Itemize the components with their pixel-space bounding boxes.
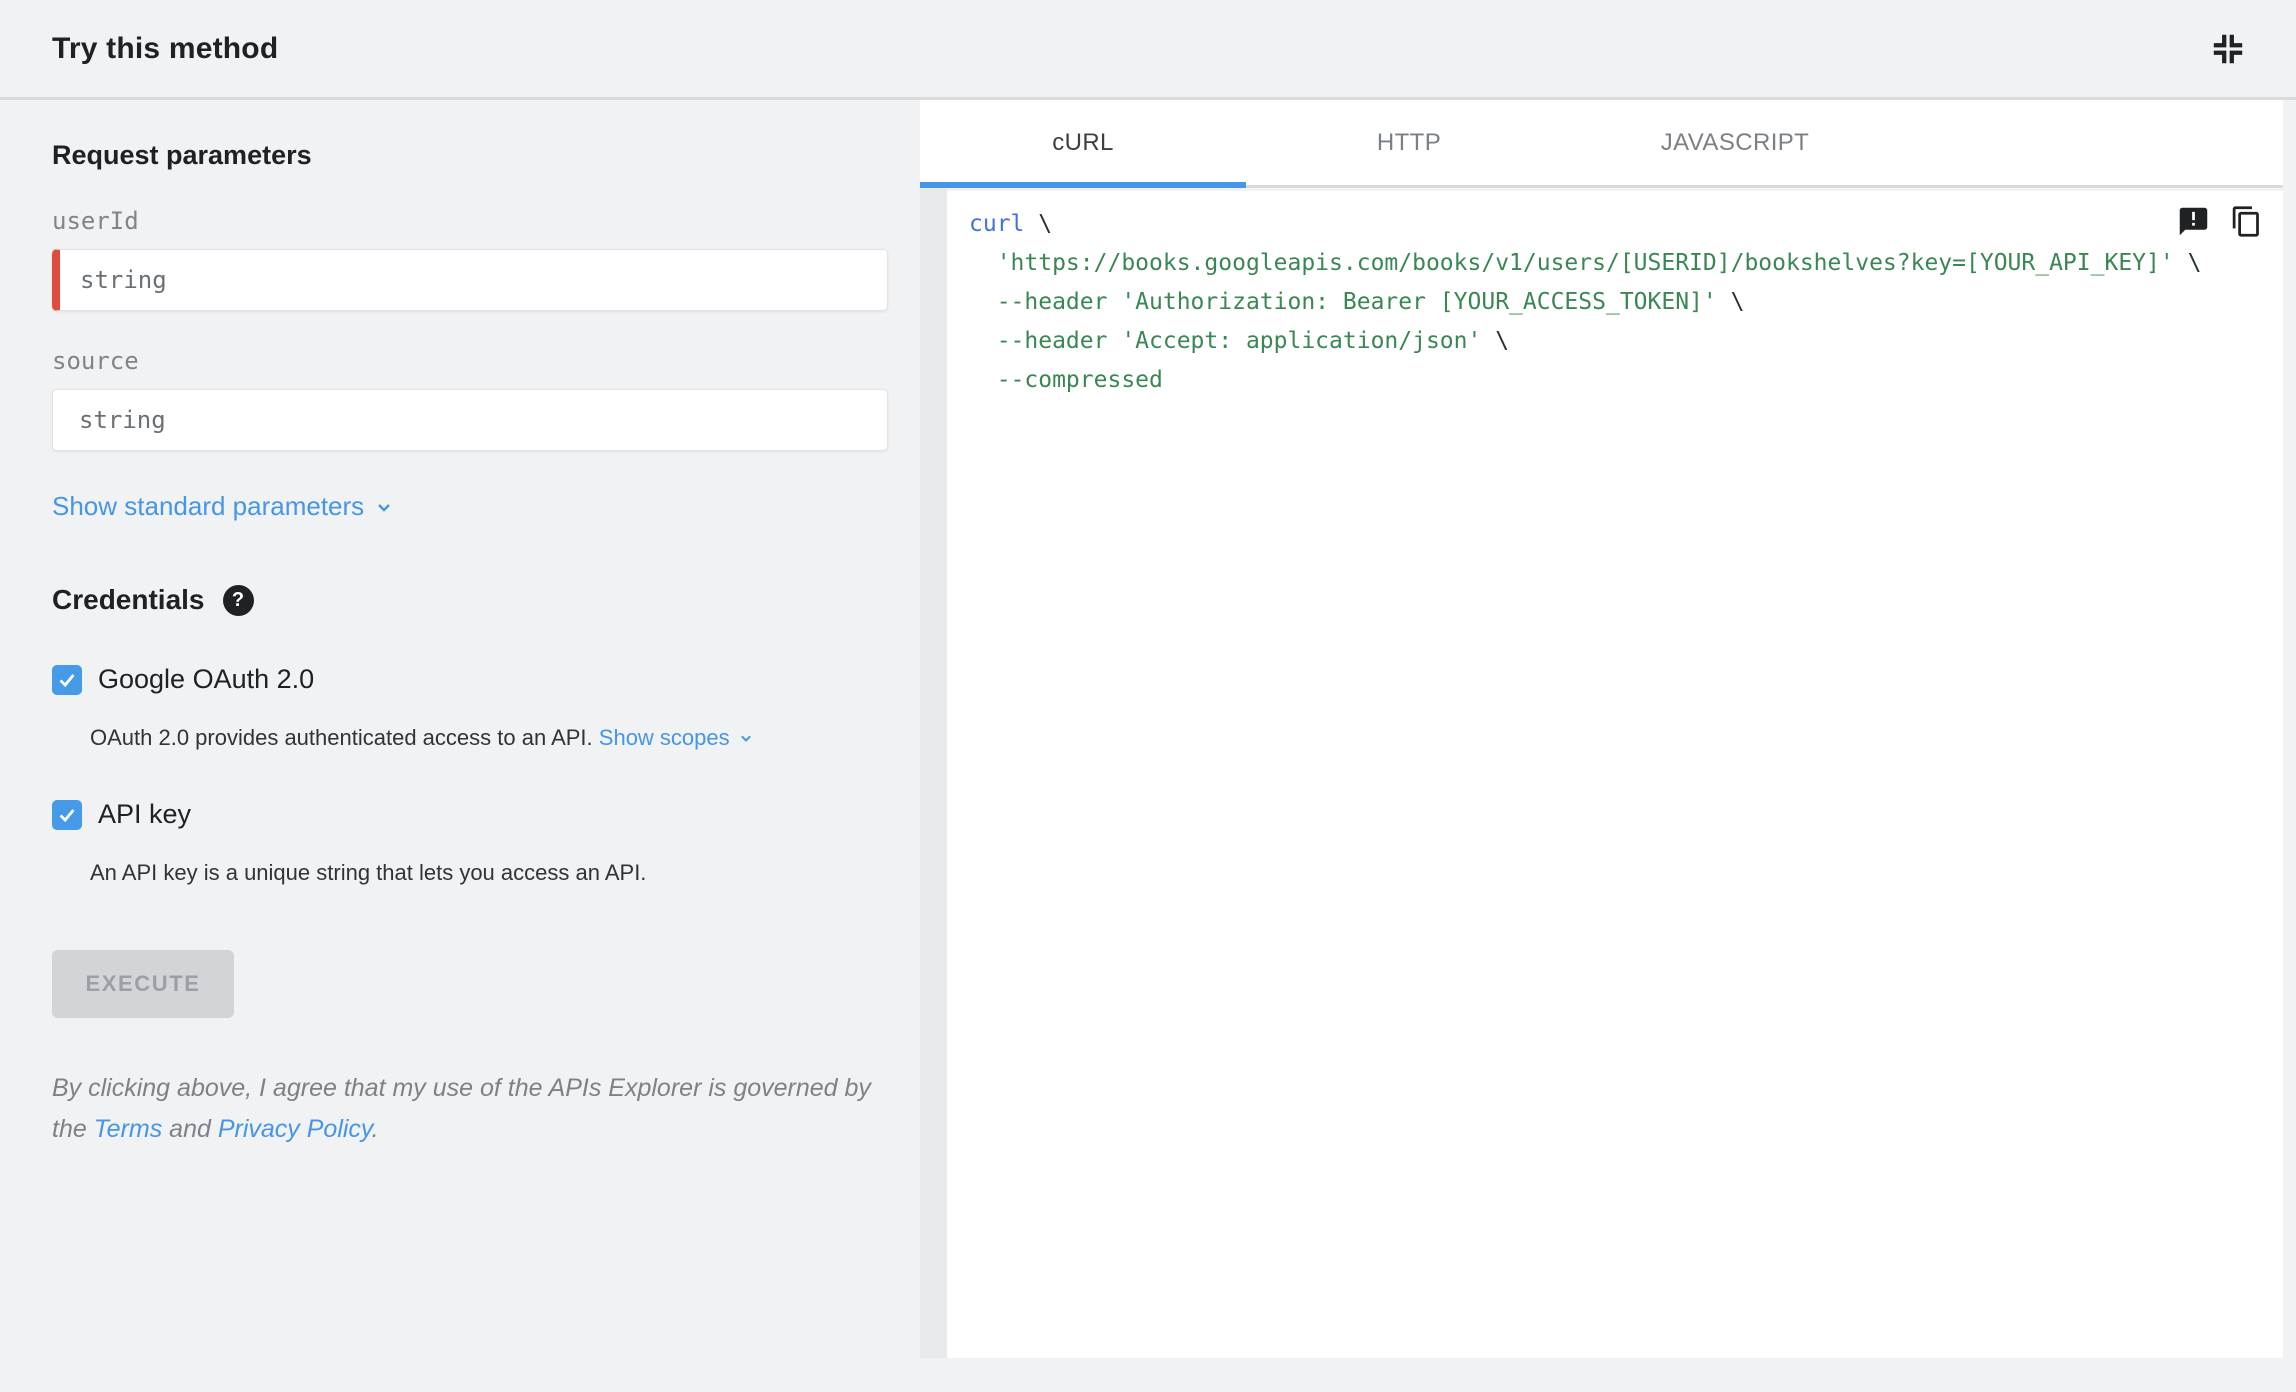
oauth-checkbox[interactable] [52, 664, 82, 695]
panel-gutter [920, 188, 947, 1358]
code-line: --header 'Accept: application/json' \ [969, 328, 1510, 354]
code-line: --compressed [969, 367, 1163, 393]
request-parameters-heading: Request parameters [52, 140, 312, 170]
source-label: source [52, 347, 139, 375]
execute-button[interactable]: EXECUTE [52, 950, 234, 1018]
copy-icon [2230, 205, 2263, 238]
copy-button[interactable] [2226, 201, 2267, 242]
feedback-icon [2177, 205, 2210, 238]
userid-label: userId [52, 207, 139, 235]
source-input[interactable] [52, 389, 888, 451]
tab-curl[interactable]: cURL [920, 100, 1246, 185]
api-key-label[interactable]: API key [98, 799, 191, 830]
active-tab-underline [920, 182, 1246, 188]
api-key-credential-row[interactable]: API key [52, 799, 888, 830]
feedback-button[interactable] [2173, 201, 2214, 242]
oauth-credential-row[interactable]: Google OAuth 2.0 [52, 664, 888, 695]
tab-javascript[interactable]: JAVASCRIPT [1572, 100, 1898, 185]
collapse-button[interactable] [2206, 27, 2250, 71]
code-card: curl \ 'https://books.googleapis.com/boo… [947, 191, 2283, 1358]
userid-input[interactable] [52, 249, 888, 311]
api-key-checkbox[interactable] [52, 799, 82, 830]
chevron-down-icon [372, 495, 396, 519]
legal-text: By clicking above, I agree that my use o… [52, 1074, 871, 1143]
oauth-description: OAuth 2.0 provides authenticated access … [90, 723, 888, 753]
page-title: Try this method [52, 31, 279, 65]
code-content-area: curl \ 'https://books.googleapis.com/boo… [920, 188, 2296, 1389]
api-key-description: An API key is a unique string that lets … [90, 860, 647, 885]
tab-http[interactable]: HTTP [1246, 100, 1572, 185]
privacy-policy-link[interactable]: Privacy Policy [218, 1115, 372, 1143]
help-icon[interactable]: ? [222, 584, 254, 616]
terms-link[interactable]: Terms [94, 1115, 163, 1143]
show-scopes-link[interactable]: Show scopes [599, 723, 756, 753]
show-standard-parameters-link[interactable]: Show standard parameters [52, 491, 396, 522]
dialog-body: Request parameters userId source Show st… [0, 100, 2296, 1389]
request-panel: Request parameters userId source Show st… [0, 100, 920, 1389]
credentials-heading: Credentials [52, 584, 205, 615]
check-icon [56, 804, 78, 826]
language-tabbar: cURL HTTP JAVASCRIPT [920, 100, 2283, 188]
code-sample-panel: cURL HTTP JAVASCRIPT curl \ 'https://boo… [920, 100, 2296, 1389]
collapse-icon [2210, 31, 2246, 67]
check-icon [56, 669, 78, 691]
code-line: 'https://books.googleapis.com/books/v1/u… [969, 250, 2202, 276]
oauth-label[interactable]: Google OAuth 2.0 [98, 664, 314, 695]
code-line: --header 'Authorization: Bearer [YOUR_AC… [969, 289, 1745, 315]
chevron-down-icon [736, 728, 756, 748]
code-line: curl \ [969, 211, 1053, 237]
dialog-header: Try this method [0, 0, 2296, 100]
